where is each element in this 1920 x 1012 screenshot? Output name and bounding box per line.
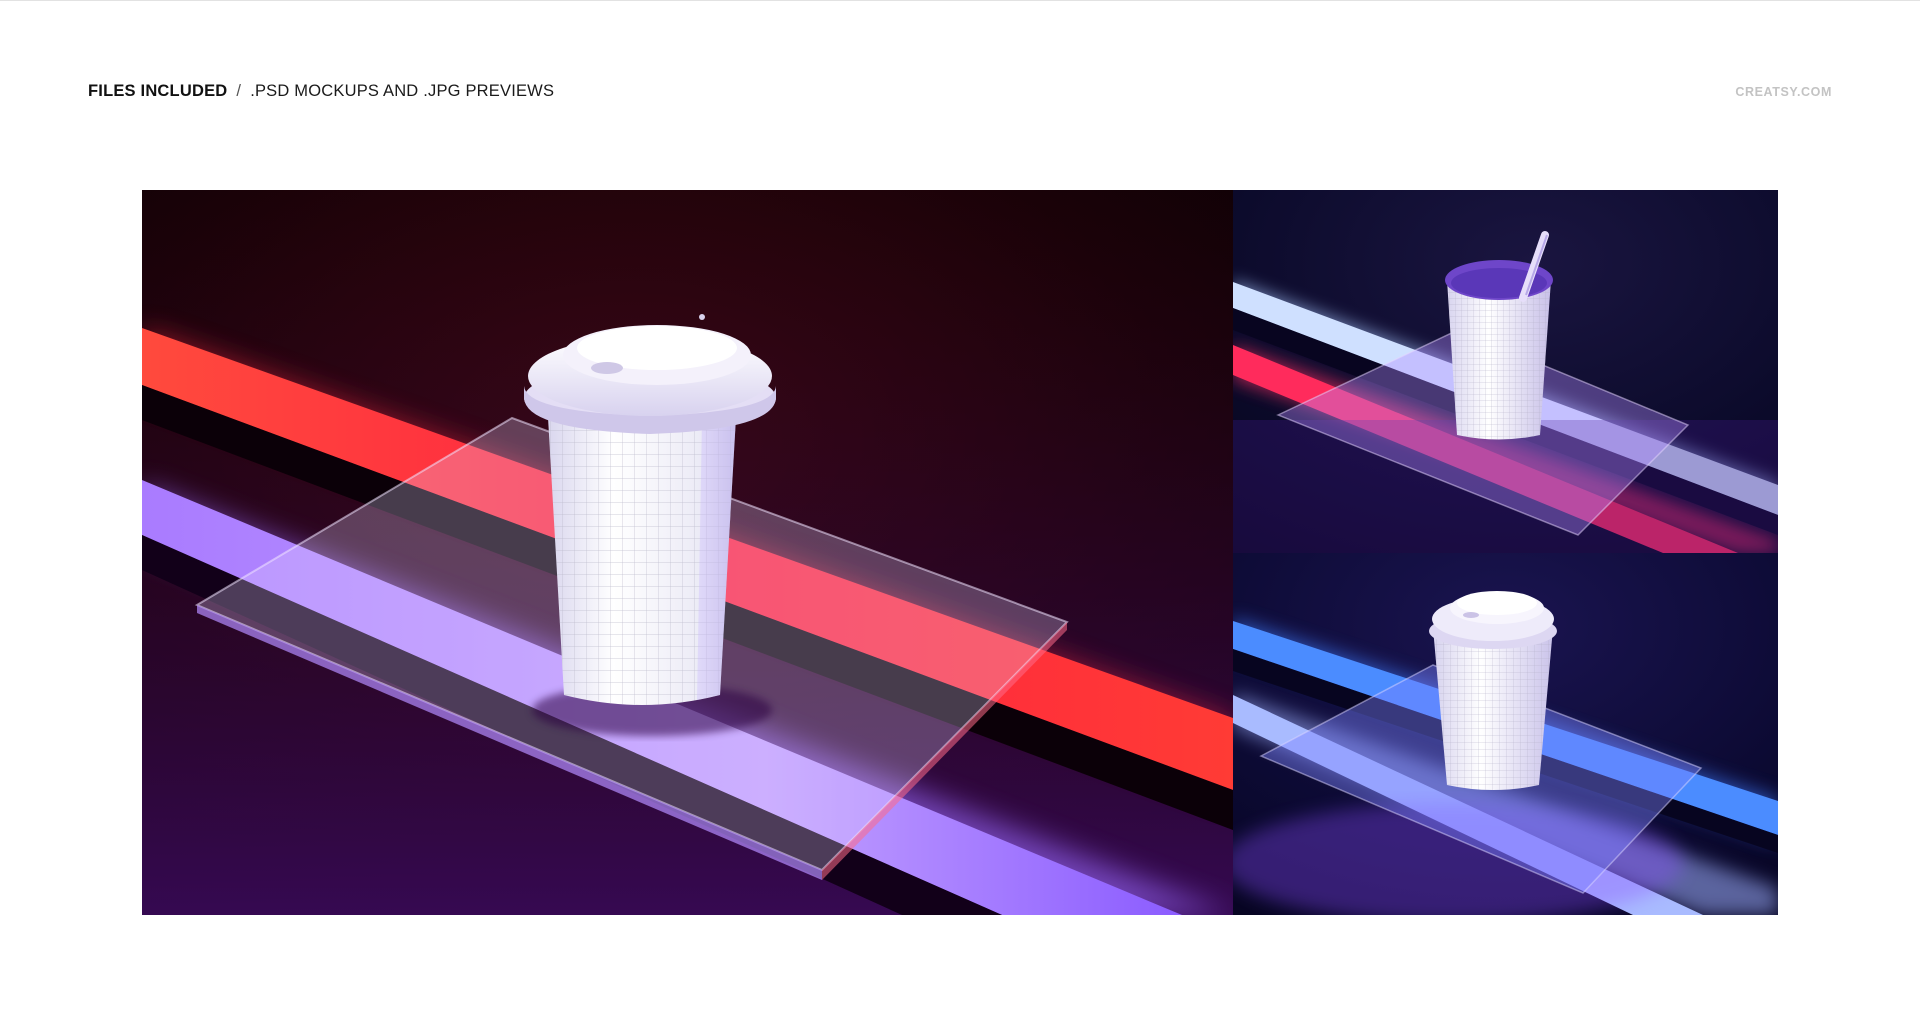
preview-main-image bbox=[142, 190, 1233, 915]
preview-main[interactable] bbox=[142, 190, 1233, 915]
files-heading: FILES INCLUDED / .PSD MOCKUPS AND .JPG PRE… bbox=[88, 82, 554, 101]
brand-link[interactable]: CREATSY.COM bbox=[1735, 85, 1832, 99]
preview-top-right-image bbox=[1233, 190, 1778, 553]
files-title: FILES INCLUDED bbox=[88, 82, 228, 100]
preview-bottom-right[interactable] bbox=[1233, 553, 1778, 915]
preview-bottom-right-image bbox=[1233, 553, 1778, 915]
files-separator: / bbox=[236, 82, 242, 100]
preview-gallery bbox=[142, 190, 1778, 915]
preview-top-right[interactable] bbox=[1233, 190, 1778, 553]
files-subtitle: .PSD MOCKUPS AND .JPG PREVIEWS bbox=[250, 82, 555, 100]
top-divider bbox=[0, 0, 1920, 1]
header: FILES INCLUDED / .PSD MOCKUPS AND .JPG PRE… bbox=[88, 82, 1832, 106]
